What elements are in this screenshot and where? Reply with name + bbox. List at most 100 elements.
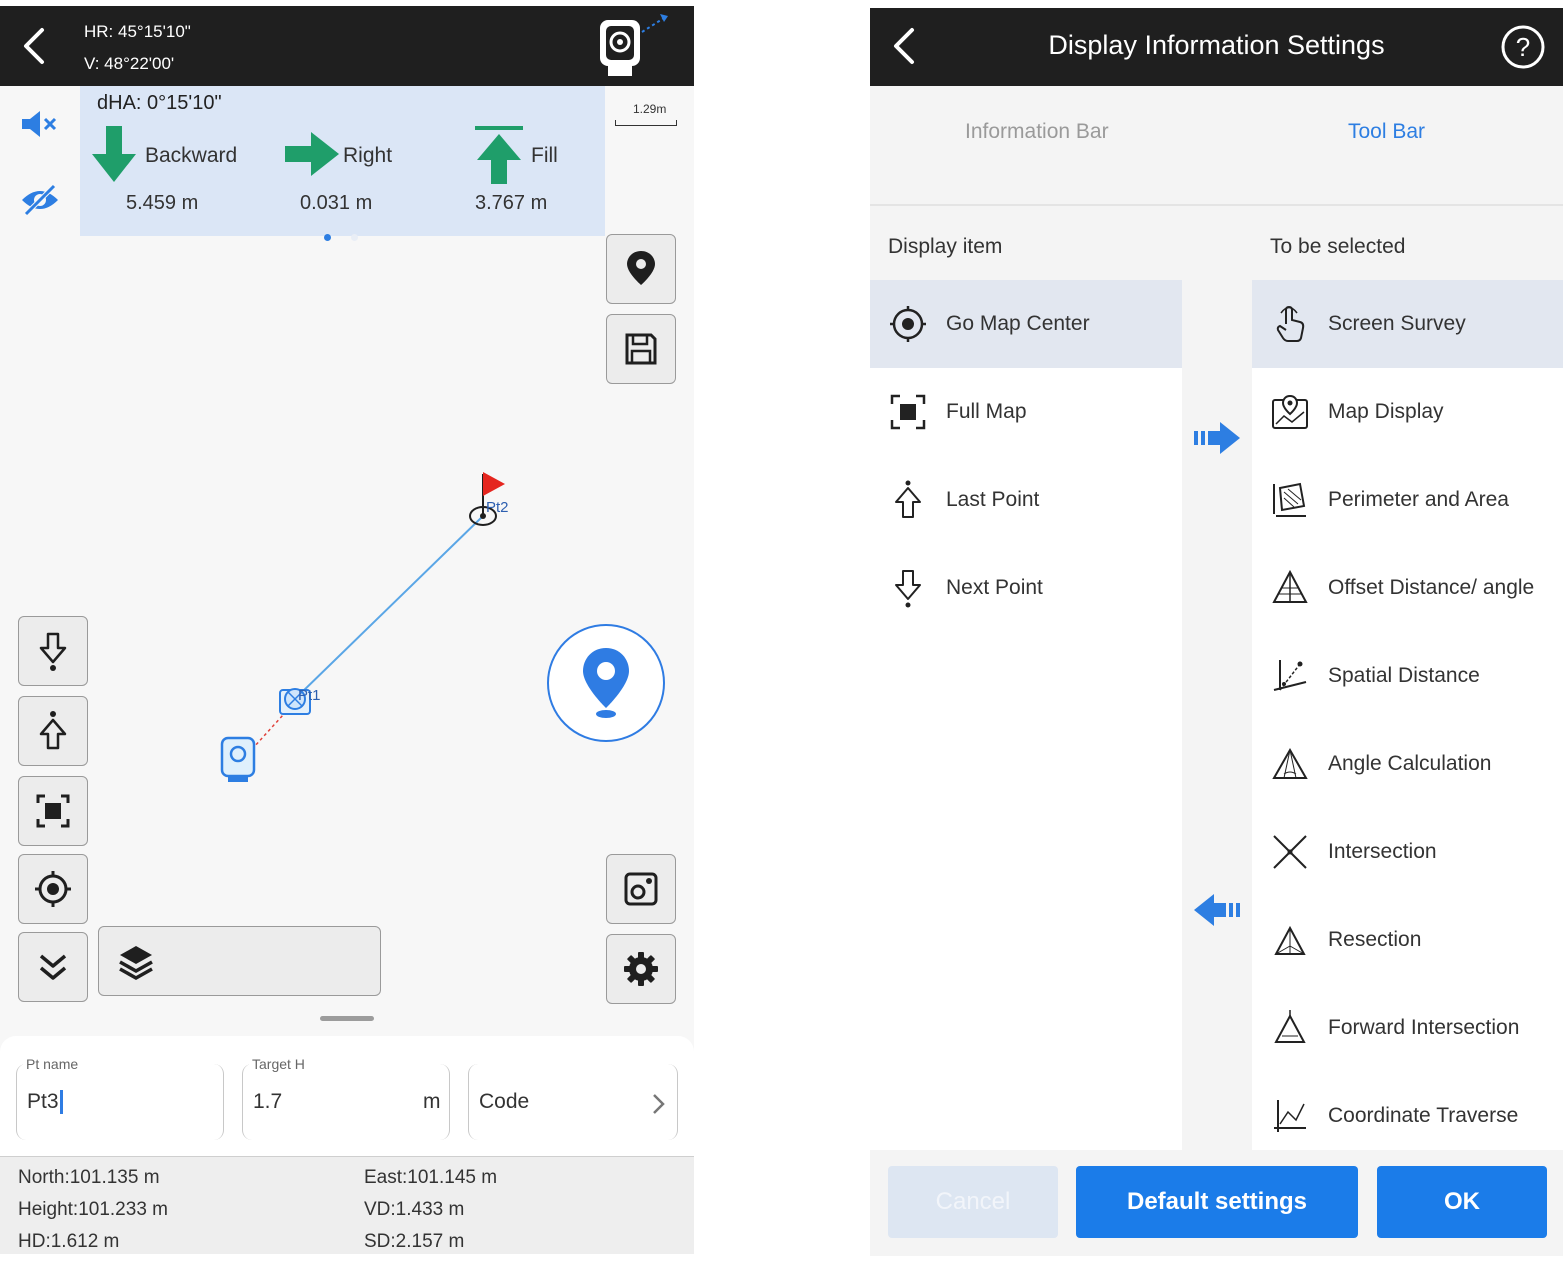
layers-icon	[119, 946, 153, 981]
pt-name-value[interactable]: Pt3	[27, 1090, 63, 1115]
move-right-icon[interactable]	[1192, 420, 1242, 456]
chevron-double-down-icon	[39, 954, 67, 980]
v-readout: V: 48°22'00'	[84, 54, 175, 73]
arrow-right-icon	[285, 132, 339, 176]
page-title: Display Information Settings	[1048, 30, 1385, 60]
north-readout: North:101.135 m	[18, 1167, 160, 1188]
list-item-label: Coordinate Traverse	[1328, 1104, 1519, 1127]
save-button[interactable]	[606, 314, 676, 384]
direction-label: Fill	[531, 144, 558, 167]
target-icon	[35, 871, 71, 907]
list-item[interactable]: Resection	[1252, 896, 1563, 984]
direction-label: Right	[343, 144, 393, 167]
total-station-icon[interactable]	[594, 12, 674, 82]
list-item[interactable]: Map Display	[1252, 368, 1563, 456]
direction-value: 3.767 m	[475, 192, 548, 214]
angle-calc-icon	[1272, 747, 1308, 779]
full-map-icon	[890, 394, 926, 430]
map-display-button[interactable]	[606, 854, 676, 924]
list-item[interactable]: Next Point	[870, 544, 1182, 632]
arrow-down-icon	[92, 126, 136, 182]
list-item[interactable]: Coordinate Traverse	[1252, 1072, 1563, 1160]
display-item-list: Go Map Center Full Map Last Point Next P…	[870, 280, 1182, 1150]
move-left-icon[interactable]	[1192, 892, 1242, 928]
mute-icon[interactable]	[20, 108, 60, 140]
settings-button[interactable]	[606, 934, 676, 1004]
drag-handle[interactable]	[320, 1016, 374, 1021]
list-item-label: Full Map	[946, 400, 1027, 423]
intersection-icon	[1273, 835, 1307, 869]
pt-name-field[interactable]: Pt name Pt3	[16, 1056, 224, 1140]
list-item[interactable]: Screen Survey	[1252, 280, 1563, 368]
arrow-up-bar-icon	[475, 126, 523, 184]
chevron-right-icon[interactable]	[651, 1092, 667, 1116]
locate-button[interactable]	[547, 624, 665, 742]
default-settings-button[interactable]: Default settings	[1076, 1166, 1358, 1238]
resection-icon	[1274, 925, 1306, 955]
list-item-label: Last Point	[946, 488, 1040, 511]
settings-tabs: Information Bar Tool Bar	[870, 86, 1563, 206]
dha-readout: dHA: 0°15'10"	[97, 92, 222, 114]
list-item[interactable]: Offset Distance/ angle	[1252, 544, 1563, 632]
hand-pointer-icon	[1276, 305, 1305, 342]
list-item[interactable]: Last Point	[870, 456, 1182, 544]
list-item[interactable]: Forward Intersection	[1252, 984, 1563, 1072]
page-dot-active	[324, 234, 331, 241]
list-item-label: Offset Distance/ angle	[1328, 576, 1535, 599]
coordinate-traverse-icon	[1274, 1100, 1306, 1132]
list-item-label: Spatial Distance	[1328, 664, 1480, 687]
pt1-label: Pt1	[298, 687, 321, 704]
coordinates-panel: North:101.135 m East:101.145 m Height:10…	[0, 1156, 694, 1254]
next-point-icon	[895, 570, 921, 608]
code-placeholder: Code	[479, 1090, 530, 1113]
list-item[interactable]: Go Map Center	[870, 280, 1182, 368]
tab-information-bar[interactable]: Information Bar	[965, 120, 1109, 144]
direction-value: 5.459 m	[126, 192, 199, 214]
hr-readout: HR: 45°15'10"	[84, 22, 191, 41]
scale-label: 1.29m	[633, 102, 667, 116]
target-icon	[890, 306, 926, 342]
list-item-label: Screen Survey	[1328, 312, 1466, 335]
target-h-value[interactable]: 1.7	[253, 1090, 282, 1114]
to-be-selected-list: Screen Survey Map Display Perimeter and …	[1252, 280, 1563, 1150]
target-h-field[interactable]: Target H 1.7 m	[242, 1056, 450, 1140]
collapse-button[interactable]	[18, 932, 88, 1002]
last-point-icon	[39, 711, 67, 750]
list-item[interactable]: Angle Calculation	[1252, 720, 1563, 808]
list-item-label: Resection	[1328, 928, 1422, 951]
code-field[interactable]: Code	[468, 1064, 678, 1140]
full-map-button[interactable]	[18, 776, 88, 846]
map-display-icon	[624, 872, 658, 906]
list-item[interactable]: Spatial Distance	[1252, 632, 1563, 720]
list-item-label: Perimeter and Area	[1328, 488, 1509, 511]
target-h-unit: m	[423, 1090, 441, 1113]
map-display-icon	[1272, 394, 1308, 429]
settings-title-bar: Display Information Settings ?	[870, 8, 1563, 86]
gear-icon	[624, 952, 658, 986]
last-point-button[interactable]	[18, 696, 88, 766]
svg-text:?: ?	[1516, 32, 1530, 62]
sd-readout: SD:2.157 m	[364, 1231, 465, 1252]
height-readout: Height:101.233 m	[18, 1199, 168, 1220]
add-point-button[interactable]	[606, 234, 676, 304]
survey-line	[297, 515, 484, 697]
list-item[interactable]: Perimeter and Area	[1252, 456, 1563, 544]
stakeout-info-panel: dHA: 0°15'10" Backward 5.459 m Right 0.0…	[80, 86, 605, 241]
cancel-button[interactable]: Cancel	[888, 1166, 1058, 1238]
go-map-center-button[interactable]	[18, 854, 88, 924]
back-icon[interactable]	[18, 24, 52, 68]
page-indicator	[324, 228, 378, 246]
list-item-label: Angle Calculation	[1328, 752, 1492, 775]
next-point-button[interactable]	[18, 616, 88, 686]
help-icon[interactable]: ?	[1498, 22, 1548, 72]
ok-button[interactable]: OK	[1377, 1166, 1547, 1238]
location-pin-icon	[583, 648, 629, 718]
pt-name-label: Pt name	[23, 1056, 82, 1072]
instrument-icon	[220, 736, 256, 782]
layer-button[interactable]	[98, 926, 381, 996]
next-point-icon	[39, 632, 67, 671]
tab-tool-bar[interactable]: Tool Bar	[1348, 120, 1425, 144]
eye-off-icon[interactable]	[20, 182, 60, 218]
list-item[interactable]: Full Map	[870, 368, 1182, 456]
list-item[interactable]: Intersection	[1252, 808, 1563, 896]
